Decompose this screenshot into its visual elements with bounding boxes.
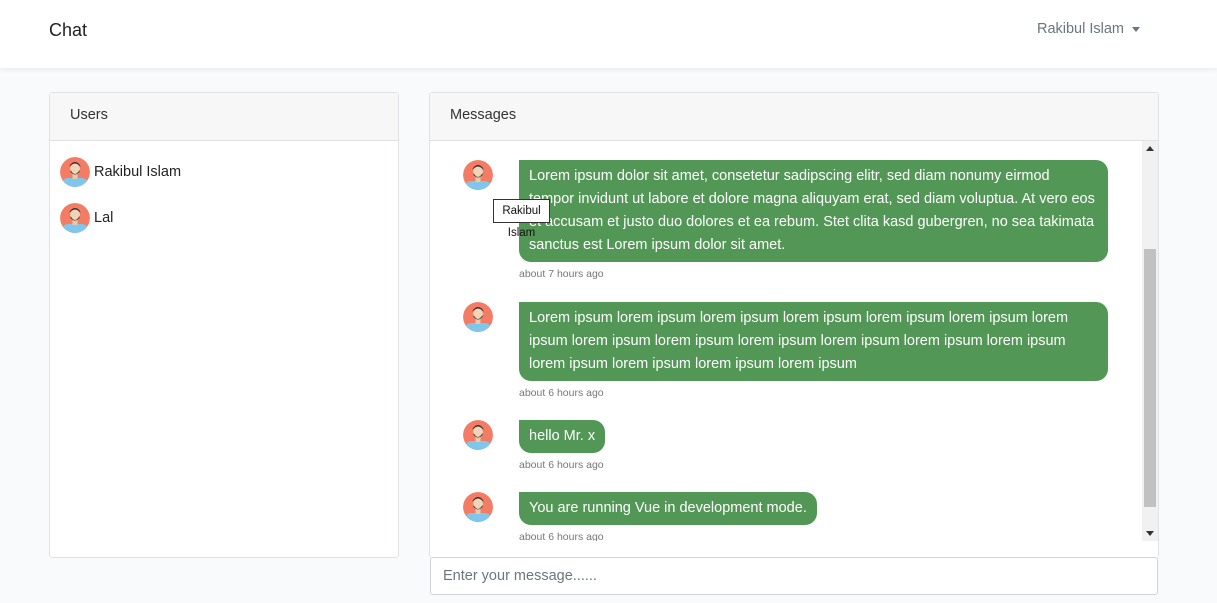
message-timestamp: about 6 hours ago: [519, 531, 604, 541]
scroll-up-arrow-icon[interactable]: [1146, 146, 1154, 151]
user-item-rakibul-islam[interactable]: Rakibul Islam: [60, 157, 388, 187]
user-name: Rakibul Islam: [94, 164, 182, 180]
messages-panel: Messages Lorem ipsum dolor sit amet, con…: [429, 92, 1159, 558]
message-scrollbar[interactable]: [1142, 141, 1158, 541]
navbar: Chat Rakibul Islam: [0, 0, 1217, 68]
users-panel: Users Rakibul Islam Lal: [49, 92, 399, 558]
message-timestamp: about 6 hours ago: [519, 387, 604, 399]
message-timestamp: about 6 hours ago: [519, 459, 604, 471]
user-name: Lal: [94, 210, 114, 226]
navbar-brand[interactable]: Chat: [49, 20, 87, 41]
sender-avatar-icon[interactable]: [463, 420, 493, 450]
user-item-lal[interactable]: Lal: [60, 203, 388, 233]
sender-avatar-icon[interactable]: [463, 492, 493, 522]
scrollbar-thumb[interactable]: [1144, 249, 1156, 507]
sender-avatar-icon[interactable]: [463, 302, 493, 332]
user-dropdown-label: Rakibul Islam: [1036, 21, 1124, 37]
user-avatar-icon: [60, 157, 90, 187]
users-panel-title: Users: [50, 93, 398, 141]
user-list: Rakibul Islam Lal: [50, 141, 398, 265]
caret-down-icon: [1132, 27, 1140, 32]
message-input[interactable]: [430, 557, 1158, 595]
messages-panel-title: Messages: [430, 93, 1158, 141]
message-bubble: Lorem ipsum lorem ipsum lorem ipsum lore…: [519, 302, 1108, 381]
sender-avatar-icon[interactable]: [463, 160, 493, 190]
user-dropdown[interactable]: Rakibul Islam: [1037, 21, 1140, 37]
message-timestamp: about 7 hours ago: [519, 268, 604, 280]
message-bubble: You are running Vue in development mode.: [519, 492, 817, 525]
sender-name-tooltip: Rakibul Islam: [493, 199, 550, 239]
message-bubble: hello Mr. x: [519, 420, 606, 453]
message-bubble: Lorem ipsum dolor sit amet, consetetur s…: [519, 160, 1108, 262]
scroll-down-arrow-icon[interactable]: [1146, 531, 1154, 536]
user-avatar-icon: [60, 203, 90, 233]
